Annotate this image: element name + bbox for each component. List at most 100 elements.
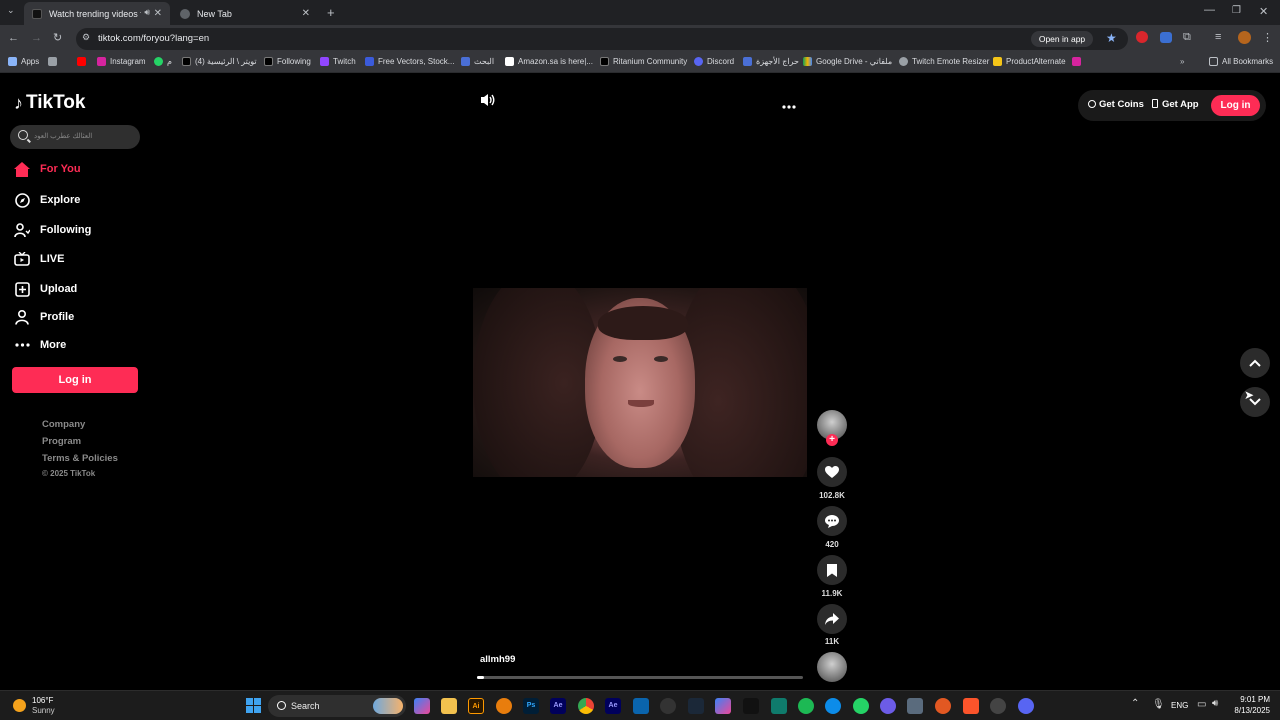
footer-company-link[interactable]: Company [42, 419, 85, 430]
bookmark-discord[interactable]: Discord [694, 57, 734, 66]
edge-icon[interactable] [825, 698, 841, 714]
network-icon[interactable]: ▭ [1197, 699, 1206, 710]
bookmark-x-home[interactable]: تويتر \ الرئيسية (4) [182, 57, 257, 66]
bookmark-instagram[interactable]: Instagram [97, 57, 146, 66]
weather-description[interactable]: Sunny [32, 706, 55, 715]
creator-username[interactable]: allmh99 [480, 654, 515, 665]
comment-button[interactable] [817, 506, 847, 536]
bookmark-youtube[interactable] [77, 57, 90, 66]
bookmark-following[interactable]: Following [264, 57, 311, 66]
input-language[interactable]: ENG [1171, 701, 1188, 710]
bookmark-apps[interactable]: Apps [8, 57, 39, 66]
blender-icon[interactable] [496, 698, 512, 714]
photoshop-icon[interactable]: Ps [523, 698, 539, 714]
like-button[interactable] [817, 457, 847, 487]
bookmarks-overflow-icon[interactable]: » [1180, 57, 1184, 66]
close-tab-icon[interactable]: ✕ [154, 8, 162, 19]
open-in-app-button[interactable]: Open in app [1031, 31, 1093, 47]
steam-icon[interactable] [688, 698, 704, 714]
clock-time[interactable]: 9:01 PM [1238, 695, 1270, 704]
all-bookmarks[interactable]: All Bookmarks [1209, 57, 1273, 66]
new-tab-icon[interactable]: + [327, 5, 335, 20]
bookmark-google-drive[interactable]: Google Drive - ملفاتي [803, 57, 892, 66]
sun-weather-icon[interactable] [13, 699, 26, 712]
reload-icon[interactable]: ↻ [53, 31, 62, 44]
address-bar[interactable]: ⚙ tiktok.com/foryou?lang=en Open in app … [76, 28, 1128, 50]
speaker-icon[interactable]: 🔊︎ [144, 7, 150, 18]
clock-date[interactable]: 8/13/2025 [1228, 706, 1270, 715]
save-button[interactable] [817, 555, 847, 585]
bookmark-grid[interactable] [48, 57, 61, 66]
bookmark-free-vectors[interactable]: Free Vectors, Stock... [365, 57, 454, 66]
get-app-button[interactable]: Get App [1152, 99, 1199, 110]
nav-for-you[interactable]: For You [14, 159, 81, 179]
search-input[interactable]: العثالك عطرب العود [10, 125, 140, 149]
illustrator-icon[interactable]: Ai [468, 698, 484, 714]
chrome-menu-icon[interactable]: ⋮ [1262, 31, 1273, 44]
microphone-icon[interactable]: 🎙︎ [1152, 699, 1165, 710]
extension-red-icon[interactable] [1136, 31, 1148, 43]
top-login-button[interactable]: Log in [1211, 95, 1260, 116]
spotify-icon[interactable] [798, 698, 814, 714]
app-dark-icon[interactable] [990, 698, 1006, 714]
site-info-icon[interactable]: ⚙ [82, 32, 90, 43]
forward-icon[interactable]: → [31, 32, 42, 44]
music-disc-avatar[interactable] [817, 652, 847, 682]
profile-avatar-icon[interactable] [1238, 31, 1251, 44]
app-teal-icon[interactable] [771, 698, 787, 714]
video-progress-bar[interactable] [477, 676, 803, 679]
bookmark-amazon[interactable]: Amazon.sa is here|... [505, 57, 593, 66]
nav-explore[interactable]: Explore [14, 190, 80, 210]
bookmark-haraj[interactable]: حراج الأجهزة [743, 57, 799, 66]
bookmark-ritanium[interactable]: Ritanium Community [600, 57, 687, 66]
bookmark-instagram-2[interactable] [1072, 57, 1085, 66]
chrome-icon[interactable] [578, 698, 594, 714]
bookmark-whatsapp[interactable]: م [154, 57, 172, 66]
sidebar-login-button[interactable]: Log in [12, 367, 138, 393]
nav-more[interactable]: More [14, 335, 66, 355]
back-icon[interactable]: ← [8, 32, 19, 44]
copilot-app-icon[interactable] [715, 698, 731, 714]
close-window-icon[interactable]: ✕ [1259, 5, 1268, 18]
close-tab-icon[interactable]: ✕ [302, 8, 310, 19]
get-coins-button[interactable]: Get Coins [1088, 99, 1144, 110]
bookmark-search[interactable]: البحث [461, 57, 494, 66]
weather-temperature[interactable]: 106°F [32, 696, 53, 705]
follow-plus-icon[interactable]: + [826, 434, 838, 446]
tab-tiktok[interactable]: Watch trending videos for y 🔊︎ ✕ [24, 2, 170, 25]
app-circle-icon[interactable] [660, 698, 676, 714]
taskbar-search[interactable]: Search [268, 695, 406, 717]
minimize-icon[interactable]: — [1204, 4, 1215, 16]
file-explorer-icon[interactable] [441, 698, 457, 714]
copilot-icon[interactable] [414, 698, 430, 714]
nav-live[interactable]: LIVE [14, 249, 64, 269]
nav-profile[interactable]: Profile [14, 307, 74, 327]
media-controls-icon[interactable]: ≡ [1215, 31, 1221, 43]
previous-video-button[interactable] [1240, 348, 1270, 378]
whatsapp-icon[interactable] [853, 698, 869, 714]
tiktok-logo[interactable]: ♪ TikTok [14, 92, 85, 114]
bookmark-productalternate[interactable]: ProductAlternate [993, 57, 1066, 66]
outlook-icon[interactable] [633, 698, 649, 714]
video-player[interactable] [473, 288, 807, 477]
davinci-icon[interactable] [743, 698, 759, 714]
app-orange-icon[interactable] [935, 698, 951, 714]
app-purple-icon[interactable] [880, 698, 896, 714]
nav-upload[interactable]: Upload [14, 279, 77, 299]
footer-terms-link[interactable]: Terms & Policies [42, 453, 118, 464]
extensions-puzzle-icon[interactable]: ⧉ [1183, 31, 1191, 44]
after-effects-icon[interactable]: Ae [550, 698, 566, 714]
show-hidden-icons[interactable]: ⌃ [1131, 698, 1139, 709]
brave-icon[interactable] [963, 698, 979, 714]
extension-blue-icon[interactable] [1160, 32, 1172, 43]
app-grey-icon[interactable] [907, 698, 923, 714]
video-options-icon[interactable] [782, 96, 796, 114]
maximize-icon[interactable]: ❐ [1232, 5, 1241, 16]
volume-icon[interactable] [480, 93, 496, 112]
nav-following[interactable]: Following [14, 220, 91, 240]
premiere-icon[interactable]: Ae [605, 698, 621, 714]
discord-icon[interactable] [1018, 698, 1034, 714]
tab-new-tab[interactable]: New Tab ✕ [172, 2, 318, 25]
footer-program-link[interactable]: Program [42, 436, 81, 447]
windows-start-icon[interactable] [246, 698, 261, 713]
